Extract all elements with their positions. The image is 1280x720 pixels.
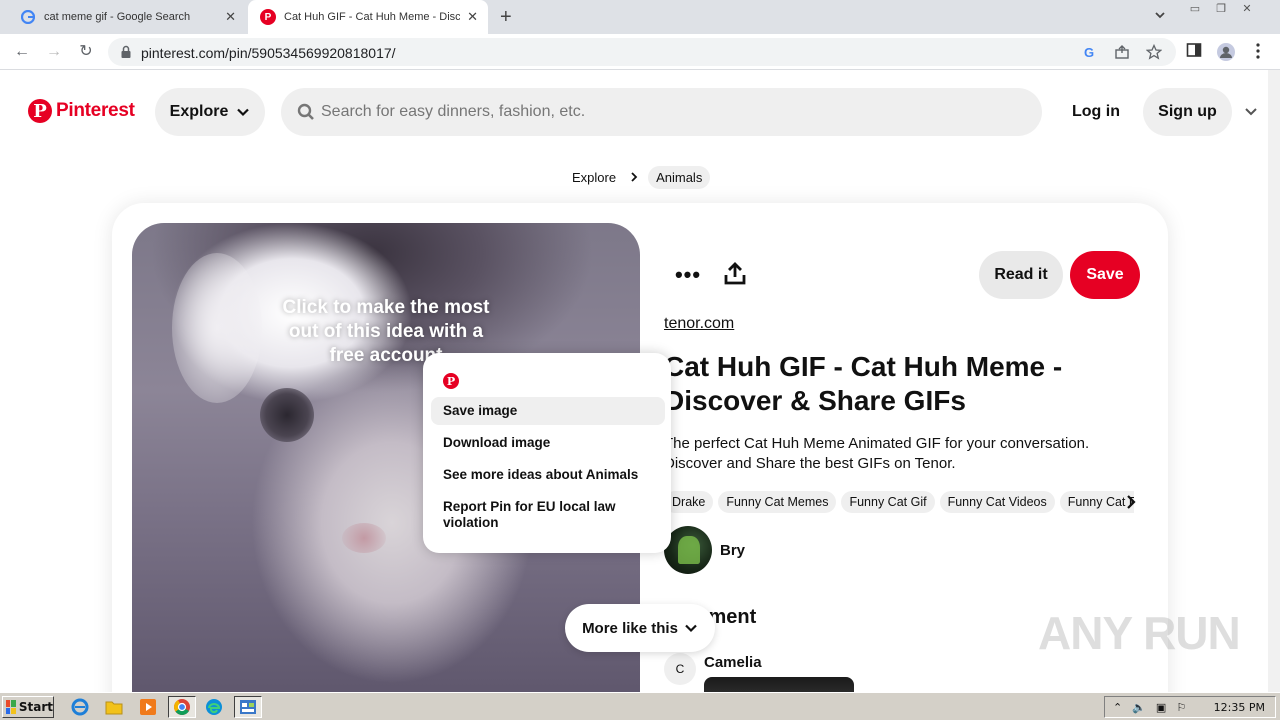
commenter-name[interactable]: Camelia xyxy=(704,654,762,671)
tray-expand-icon[interactable]: ⌃ xyxy=(1113,701,1122,714)
read-it-button[interactable]: Read it xyxy=(979,251,1063,299)
creator-row[interactable]: Bry xyxy=(664,526,745,574)
more-like-this-button[interactable]: More like this xyxy=(565,604,715,652)
tab-search-chevron-icon[interactable] xyxy=(1153,8,1167,27)
save-button[interactable]: Save xyxy=(1070,251,1140,299)
log-in-button[interactable]: Log in xyxy=(1064,88,1128,136)
pinterest-header: P Pinterest Explore Log in Sign up xyxy=(0,70,1280,154)
edge-icon[interactable] xyxy=(202,696,226,718)
menu-item-see-more-ideas[interactable]: See more ideas about Animals xyxy=(431,461,665,489)
windows-taskbar: Start ⌃ 🔈 ▣ ⚐ 12:35 PM xyxy=(0,692,1280,720)
system-tray: ⌃ 🔈 ▣ ⚐ 12:35 PM xyxy=(1104,696,1276,718)
url-text: pinterest.com/pin/590534569920818017/ xyxy=(141,45,396,61)
tags-next-chevron-icon[interactable] xyxy=(1126,494,1136,515)
side-panel-icon[interactable] xyxy=(1186,42,1204,60)
google-translate-icon[interactable]: G xyxy=(1082,44,1098,60)
close-tab-icon[interactable]: ✕ xyxy=(225,9,236,25)
action-center-flag-icon[interactable]: ⚐ xyxy=(1176,701,1186,714)
start-label: Start xyxy=(18,700,53,714)
close-tab-icon[interactable]: ✕ xyxy=(467,9,478,25)
minimize-icon[interactable]: ▭ xyxy=(1182,2,1208,18)
network-icon[interactable]: ▣ xyxy=(1156,701,1166,714)
pin-description: The perfect Cat Huh Meme Animated GIF fo… xyxy=(664,435,1090,472)
forward-icon[interactable]: → xyxy=(44,42,64,62)
windows-logo-icon xyxy=(6,700,16,714)
chevron-down-icon xyxy=(237,108,250,117)
page-scrollbar[interactable] xyxy=(1268,70,1280,692)
media-player-icon[interactable] xyxy=(136,696,160,718)
svg-text:G: G xyxy=(1084,45,1094,60)
tab-title: cat meme gif - Google Search xyxy=(44,11,191,23)
file-explorer-icon[interactable] xyxy=(102,696,126,718)
tag-list: Drake Funny Cat Memes Funny Cat Gif Funny C… xyxy=(664,491,1134,515)
start-button[interactable]: Start xyxy=(2,696,54,718)
search-bar[interactable] xyxy=(281,88,1042,136)
google-icon xyxy=(20,9,36,25)
creator-name[interactable]: Bry xyxy=(720,542,745,559)
pin-title: Cat Huh GIF - Cat Huh Meme - Discover & … xyxy=(664,351,1063,416)
close-window-icon[interactable]: ✕ xyxy=(1234,2,1260,18)
volume-icon[interactable]: 🔈 xyxy=(1132,701,1146,714)
pinterest-logo[interactable]: P Pinterest xyxy=(28,99,135,123)
share-page-icon[interactable] xyxy=(1114,44,1130,60)
tag-chip[interactable]: Funny Cat Gif xyxy=(841,491,935,513)
more-like-this-label: More like this xyxy=(582,619,678,637)
breadcrumb: Explore Animals xyxy=(566,165,711,189)
tag-chip[interactable]: Drake xyxy=(664,491,714,513)
more-options-chevron-icon[interactable] xyxy=(1243,105,1259,124)
menu-item-download-image[interactable]: Download image xyxy=(431,429,665,457)
commenter-avatar[interactable]: C xyxy=(664,653,696,685)
tag-chip[interactable]: Funny Cat Memes xyxy=(718,491,837,513)
explore-label: Explore xyxy=(169,103,229,120)
tab-title: Cat Huh GIF - Cat Huh Meme - Disco xyxy=(284,11,460,23)
chrome-menu-icon[interactable] xyxy=(1252,42,1270,60)
cat-image-detail xyxy=(172,253,262,403)
search-input[interactable] xyxy=(321,100,1001,124)
anyrun-watermark: ANY RUN xyxy=(1038,607,1241,659)
tag-chip[interactable]: Funny Cat Videos xyxy=(939,491,1055,513)
internet-explorer-icon[interactable] xyxy=(68,696,92,718)
cat-nose xyxy=(342,523,386,553)
menu-item-report-pin[interactable]: Report Pin for EU local law violation xyxy=(431,493,665,537)
cat-eye-left xyxy=(260,388,314,442)
logo-text: Pinterest xyxy=(56,100,135,121)
avatar[interactable] xyxy=(664,526,712,574)
explore-button[interactable]: Explore xyxy=(155,88,265,136)
profile-icon[interactable] xyxy=(1216,42,1235,61)
sign-up-button[interactable]: Sign up xyxy=(1143,88,1232,136)
browser-toolbar: ← → ↻ pinterest.com/pin/5905345699208180… xyxy=(0,34,1280,70)
chevron-right-icon xyxy=(630,170,638,185)
pinterest-logo-icon: P xyxy=(28,99,52,123)
pinterest-logo-icon: P xyxy=(443,373,459,389)
bookmark-star-icon[interactable] xyxy=(1145,43,1163,60)
reload-icon[interactable]: ↻ xyxy=(76,42,96,62)
chevron-down-icon xyxy=(685,624,697,633)
breadcrumb-animals[interactable]: Animals xyxy=(648,165,711,189)
browser-tab-strip: cat meme gif - Google Search ✕ P Cat Huh… xyxy=(0,0,1280,34)
search-icon xyxy=(297,103,315,126)
breadcrumb-explore[interactable]: Explore xyxy=(566,170,622,185)
restore-icon[interactable]: ❐ xyxy=(1208,2,1234,18)
lock-icon xyxy=(120,45,132,64)
tab-pinterest-pin[interactable]: P Cat Huh GIF - Cat Huh Meme - Disco ✕ xyxy=(248,0,488,34)
tag-chip[interactable]: Funny Cat Pictures xyxy=(1059,491,1134,513)
app-window-icon[interactable] xyxy=(234,696,262,718)
pinterest-favicon-icon: P xyxy=(260,9,276,25)
back-icon[interactable]: ← xyxy=(12,42,32,62)
more-options-icon[interactable]: ••• xyxy=(668,257,708,293)
tab-google-search[interactable]: cat meme gif - Google Search ✕ xyxy=(0,0,246,34)
chrome-icon[interactable] xyxy=(168,696,196,718)
address-bar[interactable]: pinterest.com/pin/590534569920818017/ G xyxy=(108,38,1176,66)
menu-item-save-image[interactable]: Save image xyxy=(431,397,665,425)
source-link[interactable]: tenor.com xyxy=(664,315,734,333)
share-icon[interactable] xyxy=(722,261,748,292)
pin-image-context-menu: P Save image Download image See more ide… xyxy=(423,353,671,553)
new-tab-icon[interactable]: + xyxy=(500,6,512,29)
clock[interactable]: 12:35 PM xyxy=(1214,701,1265,714)
